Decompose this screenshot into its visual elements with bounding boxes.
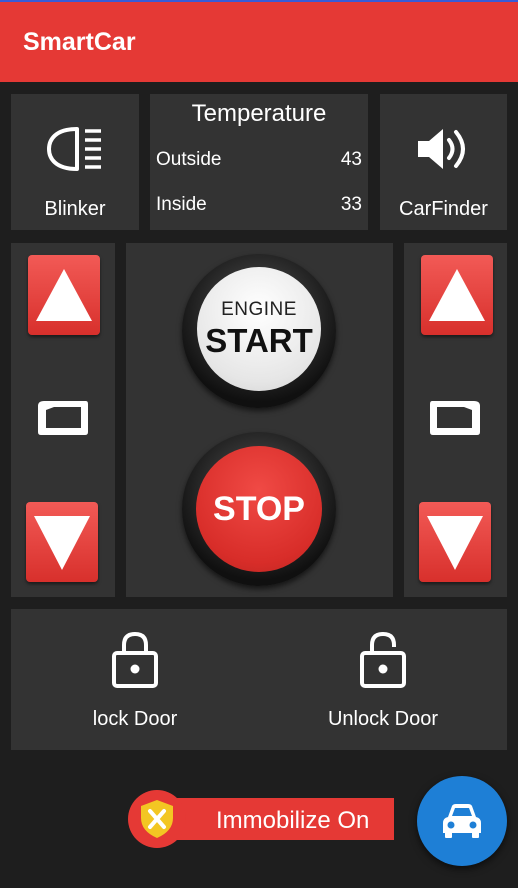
- engine-start-button[interactable]: ENGINE START: [182, 254, 336, 408]
- lock-door-label: lock Door: [92, 708, 178, 730]
- carfinder-label: CarFinder: [399, 198, 488, 220]
- right-window-up-button[interactable]: [421, 255, 493, 335]
- shield-x-icon: [141, 800, 173, 838]
- app-title: SmartCar: [23, 28, 136, 56]
- left-window-up-button[interactable]: [28, 255, 100, 335]
- car-icon: [443, 804, 481, 838]
- unlock-door-button[interactable]: Unlock Door: [259, 609, 507, 750]
- arrow-down-icon: [34, 516, 90, 570]
- lock-door-button[interactable]: lock Door: [11, 609, 259, 750]
- unlock-door-label: Unlock Door: [327, 708, 439, 730]
- immobilize-toggle[interactable]: Immobilize On: [128, 790, 394, 848]
- blinker-button[interactable]: Blinker: [11, 94, 139, 230]
- inside-label: Inside: [156, 194, 207, 215]
- engine-stop-label: STOP: [213, 490, 305, 528]
- speaker-icon: [380, 124, 507, 174]
- door-panel: lock Door Unlock Door: [11, 609, 507, 750]
- engine-panel: ENGINE START STOP: [126, 243, 393, 597]
- immobilize-label: Immobilize On: [216, 807, 370, 834]
- unlock-icon: [259, 631, 507, 689]
- inside-value: 33: [340, 194, 362, 215]
- arrow-up-icon: [36, 269, 92, 321]
- engine-start-face: ENGINE START: [197, 267, 321, 391]
- engine-start-line2: START: [205, 322, 313, 359]
- arrow-down-icon: [427, 516, 483, 570]
- app-bar: SmartCar: [0, 0, 518, 82]
- engine-stop-button[interactable]: STOP: [182, 432, 336, 586]
- temperature-title: Temperature: [191, 100, 327, 127]
- left-window-down-button[interactable]: [26, 502, 98, 582]
- immobilize-badge: [128, 790, 186, 848]
- right-window-controls: [404, 243, 507, 597]
- headlight-icon: [11, 124, 139, 174]
- outside-temp-row: Outside 43: [156, 149, 362, 171]
- temperature-panel: Temperature Outside 43 Inside 33: [150, 94, 368, 230]
- lock-icon: [11, 631, 259, 689]
- window-icon: [427, 396, 483, 443]
- blinker-label: Blinker: [44, 198, 106, 220]
- car-fab-button[interactable]: [417, 776, 507, 866]
- carfinder-button[interactable]: CarFinder: [380, 94, 507, 230]
- window-icon: [35, 396, 91, 443]
- engine-start-line1: ENGINE: [221, 299, 297, 320]
- right-window-down-button[interactable]: [419, 502, 491, 582]
- outside-value: 43: [340, 149, 362, 170]
- left-window-controls: [11, 243, 115, 597]
- engine-stop-face: STOP: [196, 446, 322, 572]
- arrow-up-icon: [429, 269, 485, 321]
- inside-temp-row: Inside 33: [156, 194, 362, 216]
- outside-label: Outside: [156, 149, 222, 170]
